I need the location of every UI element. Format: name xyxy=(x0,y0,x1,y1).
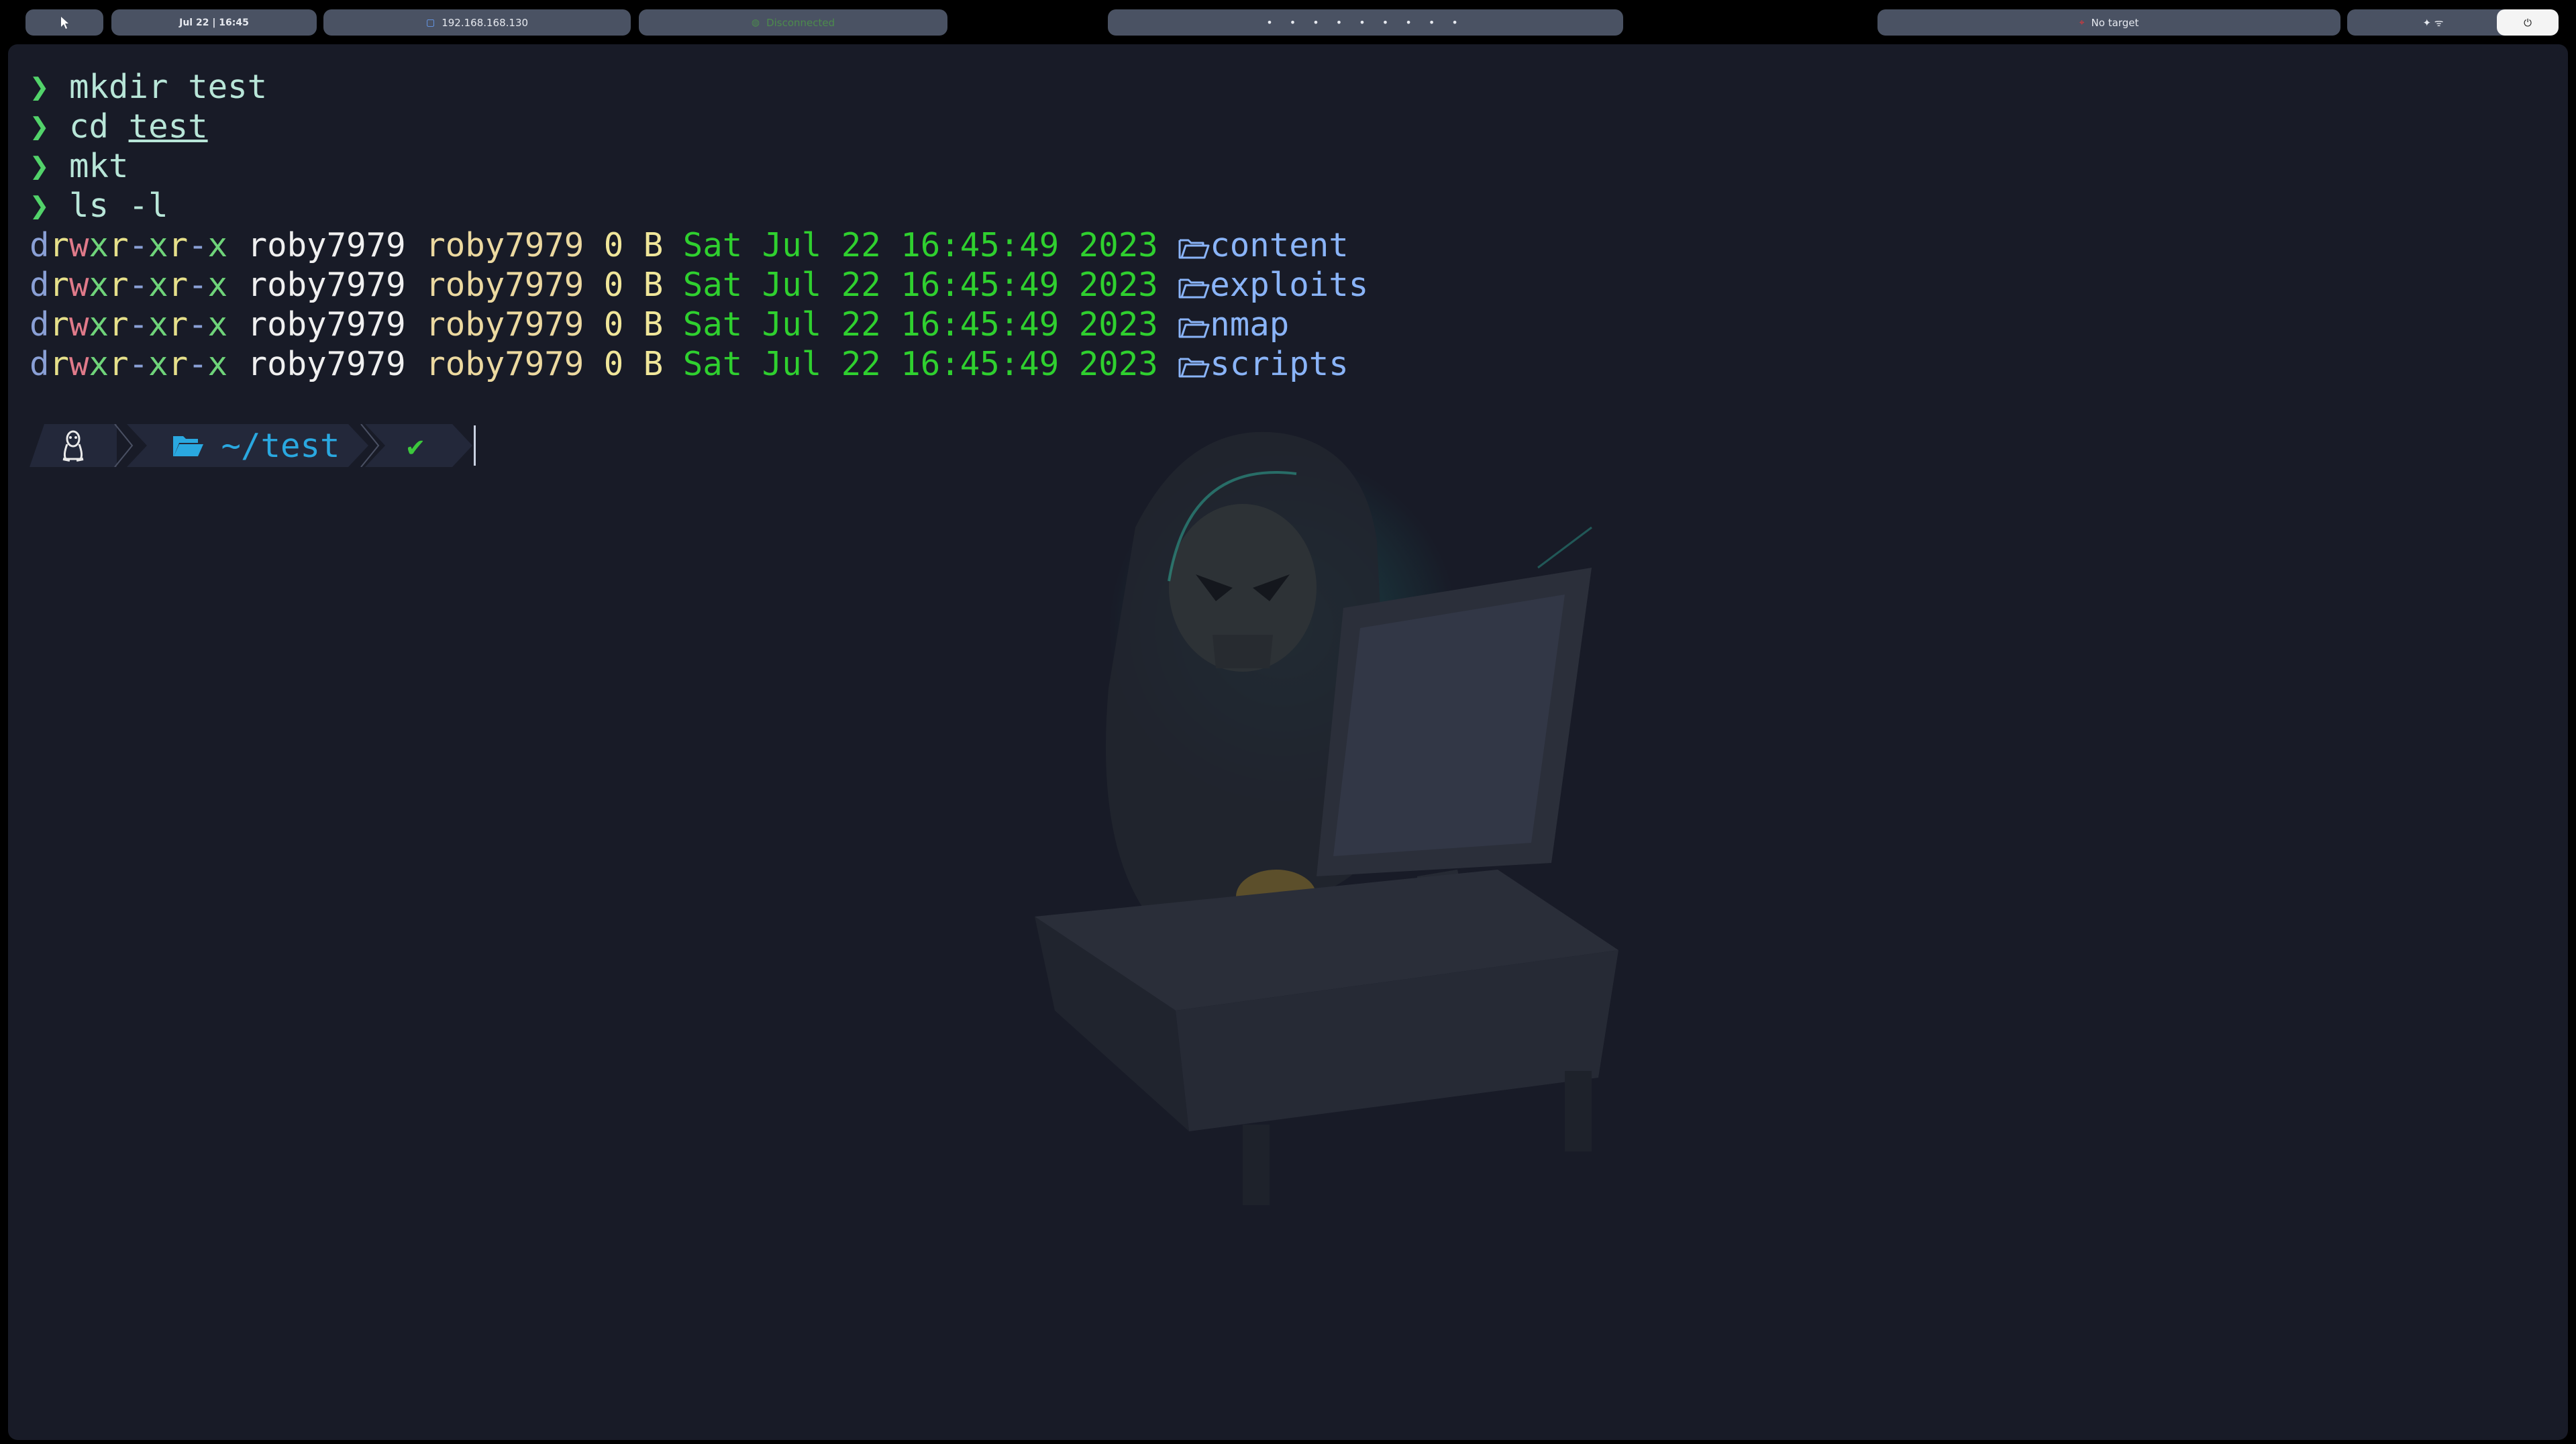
directory-name[interactable]: content xyxy=(1210,226,1349,264)
bluetooth-wifi-icons[interactable]: ✦ ᯤ xyxy=(2422,16,2443,30)
directory-name[interactable]: nmap xyxy=(1210,305,1289,344)
command-arg: -l xyxy=(128,187,168,225)
vpn-status-text: Disconnected xyxy=(766,16,835,29)
listing-row: drwxr-xr-x roby7979 roby7979 0 B Sat Jul… xyxy=(30,225,1368,265)
terminal-output: ❯ mkdir test ❯ cd test ❯ mkt ❯ ls -l drw… xyxy=(30,67,1368,384)
network-icon: ▢ xyxy=(425,17,435,28)
ip-address-widget[interactable]: ▢ 192.168.168.130 xyxy=(323,9,631,36)
linux-tux-icon xyxy=(62,430,84,462)
terminal-window[interactable]: ❯ mkdir test ❯ cd test ❯ mkt ❯ ls -l drw… xyxy=(8,44,2568,1440)
modified-date: Sat Jul 22 16:45:49 2023 xyxy=(682,345,1158,383)
command-arg: test xyxy=(128,107,208,146)
target-widget[interactable]: ⌖ No target xyxy=(1877,9,2340,36)
size: 0 B xyxy=(603,266,664,304)
vpn-status-widget[interactable]: ◍ Disconnected xyxy=(639,9,947,36)
success-check-icon: ✔ xyxy=(407,429,424,462)
modified-date: Sat Jul 22 16:45:49 2023 xyxy=(682,266,1158,304)
hacker-reaper-wallpaper xyxy=(1035,431,1618,1205)
folder-open-icon xyxy=(1178,239,1210,259)
permissions: drwxr-xr-x xyxy=(30,345,228,383)
group: roby7979 xyxy=(425,226,584,264)
clock-widget[interactable]: Jul 22 | 16:45 xyxy=(111,9,317,36)
command-text: cd xyxy=(69,107,109,146)
folder-open-icon xyxy=(1178,278,1210,299)
prompt-arrow: ❯ xyxy=(30,187,50,225)
target-crosshair-icon: ⌖ xyxy=(2079,17,2085,28)
group: roby7979 xyxy=(425,345,584,383)
prompt-dir-segment: ~/test xyxy=(127,424,368,467)
listing-row: drwxr-xr-x roby7979 roby7979 0 B Sat Jul… xyxy=(30,344,1368,384)
folder-open-icon xyxy=(1178,358,1210,378)
directory-name[interactable]: exploits xyxy=(1210,266,1368,304)
clock-text: Jul 22 | 16:45 xyxy=(179,17,249,28)
workspace-dots[interactable]: • • • • • • • • • xyxy=(1266,16,1465,29)
size: 0 B xyxy=(603,305,664,344)
size: 0 B xyxy=(603,345,664,383)
power-button[interactable]: ⏻ xyxy=(2497,9,2559,36)
prompt-arrow: ❯ xyxy=(30,68,50,106)
prompt-arrow: ❯ xyxy=(30,107,50,146)
owner: roby7979 xyxy=(247,345,406,383)
power-icon: ⏻ xyxy=(2524,16,2532,29)
prompt-arrow: ❯ xyxy=(30,147,50,185)
pointer-icon xyxy=(61,16,68,29)
top-status-bar: Jul 22 | 16:45 ▢ 192.168.168.130 ◍ Disco… xyxy=(0,0,2576,44)
system-tray[interactable]: ✦ ᯤ xyxy=(2347,9,2519,36)
history-line: ❯ mkdir test xyxy=(30,67,1368,107)
command-text: mkt xyxy=(69,147,129,185)
permissions: drwxr-xr-x xyxy=(30,305,228,344)
listing-row: drwxr-xr-x roby7979 roby7979 0 B Sat Jul… xyxy=(30,265,1368,305)
owner: roby7979 xyxy=(247,305,406,344)
history-line: ❯ mkt xyxy=(30,146,1368,186)
history-line: ❯ cd test xyxy=(30,107,1368,146)
folder-icon xyxy=(171,432,205,459)
modified-date: Sat Jul 22 16:45:49 2023 xyxy=(682,305,1158,344)
owner: roby7979 xyxy=(247,266,406,304)
ip-text: 192.168.168.130 xyxy=(442,16,529,29)
menu-button[interactable] xyxy=(25,9,103,36)
prompt-status-segment: ✔ xyxy=(365,424,472,467)
modified-date: Sat Jul 22 16:45:49 2023 xyxy=(682,226,1158,264)
prompt-separator-icon xyxy=(114,424,134,467)
group: roby7979 xyxy=(425,305,584,344)
command-text: mkdir xyxy=(69,68,168,106)
command-text: ls xyxy=(69,187,109,225)
vpn-shield-icon: ◍ xyxy=(751,17,760,28)
target-text: No target xyxy=(2091,16,2139,29)
prompt-os-segment xyxy=(30,424,117,467)
history-line: ❯ ls -l xyxy=(30,186,1368,225)
current-directory: ~/test xyxy=(221,426,340,465)
directory-name[interactable]: scripts xyxy=(1210,345,1349,383)
folder-open-icon xyxy=(1178,318,1210,338)
text-cursor[interactable] xyxy=(474,425,476,466)
group: roby7979 xyxy=(425,266,584,304)
listing-row: drwxr-xr-x roby7979 roby7979 0 B Sat Jul… xyxy=(30,305,1368,344)
command-arg: test xyxy=(188,68,268,106)
permissions: drwxr-xr-x xyxy=(30,226,228,264)
owner: roby7979 xyxy=(247,226,406,264)
size: 0 B xyxy=(603,226,664,264)
workspace-switcher[interactable]: • • • • • • • • • xyxy=(1108,9,1623,36)
permissions: drwxr-xr-x xyxy=(30,266,228,304)
